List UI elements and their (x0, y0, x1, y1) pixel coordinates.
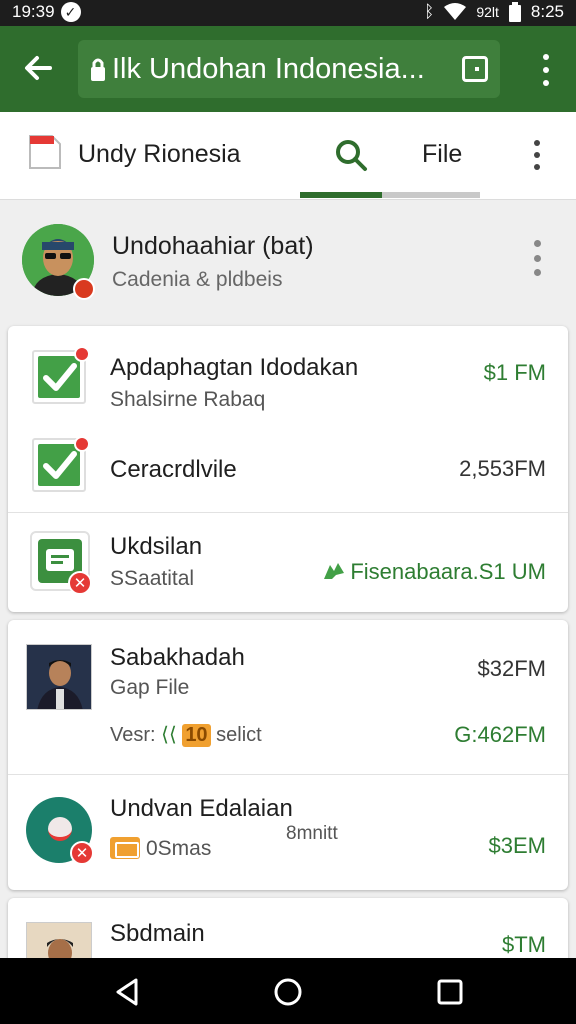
row-subtitle: 0Smas (146, 837, 212, 860)
row-amount: $TM (502, 932, 546, 957)
url-text: Ilk Undohan Indonesia... (112, 52, 425, 85)
checkmark-icon (43, 363, 77, 391)
tab-file[interactable]: File (382, 112, 480, 200)
person-photo (26, 644, 92, 710)
row-subtitle: Gap File (110, 676, 190, 699)
ticket-icon (110, 837, 140, 859)
profile-subtitle: Cadenia & pldbeis (112, 268, 283, 291)
tab-overflow-menu-icon[interactable] (532, 140, 542, 170)
tab-active-indicator (300, 192, 382, 198)
list-item[interactable]: Apdaphagtan Idodakan Shalsirne Rabaq $1 … (8, 326, 568, 422)
tab-file-label: File (422, 140, 463, 168)
avatar-status-badge (73, 278, 95, 300)
tag-icon: ⟨⟨ (161, 724, 177, 746)
tab-indicator (382, 192, 480, 198)
profile-name: Undohaahiar (bat) (112, 232, 314, 260)
row-amount: 2,553FM (459, 456, 546, 481)
check-circle-icon: ✓ (60, 2, 81, 22)
bluetooth-icon: ᛒ (424, 2, 435, 21)
card-transactions-1: Apdaphagtan Idodakan Shalsirne Rabaq $1 … (8, 326, 568, 612)
tabs-switcher-icon[interactable] (462, 56, 488, 82)
list-item[interactable]: Sabakhadah Gap File $32FM Vesr: ⟨⟨ 10 se… (8, 620, 568, 774)
url-bar[interactable]: Ilk Undohan Indonesia... (78, 40, 500, 98)
battery-icon (508, 2, 521, 22)
alert-dot (74, 346, 90, 362)
overflow-menu-icon[interactable] (540, 54, 552, 86)
row-title: Sabakhadah (110, 644, 245, 671)
tab-search[interactable] (300, 112, 382, 200)
status-time-left: 19:39 (12, 2, 55, 21)
search-icon (336, 140, 367, 171)
row-subtitle-wrap: 0Smas (110, 837, 211, 861)
back-arrow-icon[interactable] (20, 50, 56, 86)
row-title: Ukdsilan (110, 533, 203, 560)
tab-header: Undy Rionesia File (0, 112, 576, 200)
checkmark-icon (43, 451, 77, 479)
row-title: Apdaphagtan Idodakan (110, 354, 359, 381)
alert-dot (74, 436, 90, 452)
network-label: 92lt (476, 4, 499, 20)
row-extra: Vesr: ⟨⟨ 10 selict (110, 722, 262, 747)
system-nav-bar (0, 958, 576, 1024)
row-extra-prefix: Vesr: (110, 724, 156, 746)
row-amount: Fisenabaara.S1 UM (350, 559, 546, 584)
leaf-icon (324, 563, 345, 579)
row-extra-suffix: selict (216, 724, 262, 746)
row-subtitle: SSaatital (110, 567, 195, 590)
row-amount-wrap: Fisenabaara.S1 UM (322, 559, 546, 585)
document-icon (29, 135, 61, 169)
list-item[interactable]: Ceracrdlvile 2,553FM (8, 422, 568, 512)
profile-header[interactable]: Undohaahiar (bat) Cadenia & pldbeis (0, 200, 576, 326)
row-amount: $32FM (477, 656, 546, 681)
row-amount: $1 FM (483, 360, 546, 385)
status-bar: 19:39 ✓ ᛒ 92lt 8:25 (0, 0, 576, 26)
profile-overflow-menu-icon[interactable] (532, 240, 542, 276)
close-badge-icon[interactable]: ✕ (70, 841, 94, 865)
notes-icon (46, 549, 74, 571)
nav-recents-icon[interactable] (434, 976, 466, 1008)
tab-title: Undy Rionesia (78, 140, 241, 168)
row-extra-amount: G:462FM (454, 722, 546, 747)
row-amount: $3EM (488, 833, 546, 858)
row-title: Undvan Edalaian (110, 795, 293, 822)
row-title: Ceracrdlvile (110, 456, 237, 483)
list-item[interactable]: ✕ Ukdsilan SSaatital Fisenabaara.S1 UM (8, 513, 568, 612)
card-transactions-2: Sabakhadah Gap File $32FM Vesr: ⟨⟨ 10 se… (8, 620, 568, 890)
nav-home-icon[interactable] (272, 976, 304, 1008)
row-note: 8mnitt (286, 823, 338, 844)
row-extra-badge: 10 (182, 724, 211, 747)
list-item[interactable]: ✕ Undvan Edalaian 0Smas 8mnitt $3EM (8, 775, 568, 890)
row-title: Sbdmain (110, 920, 205, 947)
nav-back-icon[interactable] (112, 976, 144, 1008)
close-badge-icon[interactable]: ✕ (68, 571, 92, 595)
app-bar: Ilk Undohan Indonesia... (0, 26, 576, 112)
status-time-right: 8:25 (530, 2, 564, 21)
row-subtitle: Shalsirne Rabaq (110, 388, 266, 411)
wifi-icon (444, 3, 467, 20)
lock-icon (91, 58, 105, 81)
